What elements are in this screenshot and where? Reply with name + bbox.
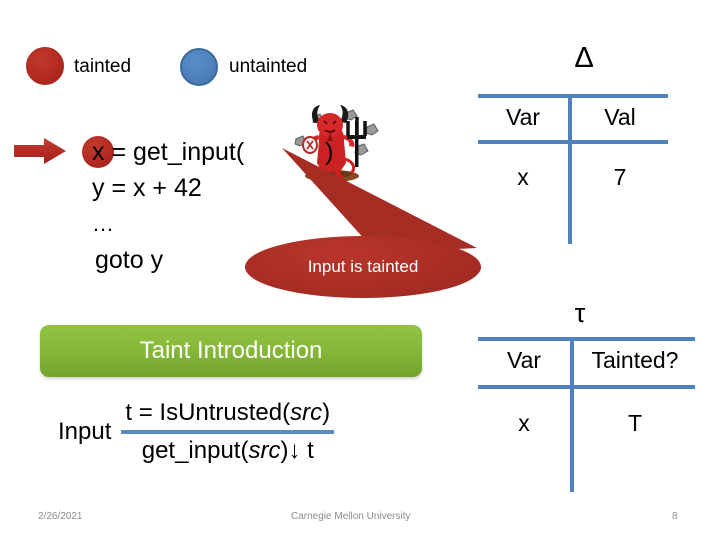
taint-introduction-label: Taint Introduction <box>139 337 323 364</box>
legend-untainted-label: untainted <box>229 56 308 77</box>
rule-premise-src: src <box>290 399 323 426</box>
code-paren-close: ) <box>325 138 334 166</box>
tau-header-var: Var <box>506 347 542 373</box>
rule-conclusion-text: get_input( <box>141 437 249 464</box>
rule-fraction: t = IsUntrusted(src) get_input(src)↓ t <box>121 398 335 466</box>
tau-table-top-rule <box>478 337 695 341</box>
delta-cell-var: x <box>517 164 529 190</box>
legend-tainted-circle-icon <box>26 47 64 85</box>
footer-page-number: 8 <box>672 511 678 522</box>
legend-untainted-circle-icon <box>180 48 218 86</box>
rule-name-label: Input <box>58 418 112 445</box>
tau-cell-var: x <box>518 410 530 436</box>
code-var-x: x <box>92 138 105 166</box>
red-arrow-icon <box>14 138 66 164</box>
rule-premise-text: t = IsUntrusted( <box>125 399 291 426</box>
rule-premise-close: ) <box>322 399 331 426</box>
tau-table-header-rule <box>478 385 695 389</box>
callout-bubble: Input is tainted <box>245 236 481 298</box>
tau-table-title: τ <box>574 298 586 328</box>
delta-header-var: Var <box>505 104 541 130</box>
delta-table-title: Δ <box>574 42 594 74</box>
delta-header-val: Val <box>604 104 636 130</box>
callout-text: Input is tainted <box>307 257 419 276</box>
rule-premise: t = IsUntrusted(src) <box>121 398 334 428</box>
rule-divider-bar <box>121 430 335 434</box>
taint-introduction-box[interactable]: Taint Introduction <box>40 325 422 377</box>
rule-conclusion: get_input(src)↓ t <box>138 436 318 466</box>
inference-rule: Input t = IsUntrusted(src) get_input(src… <box>58 398 335 466</box>
legend-tainted-label: tainted <box>74 56 132 77</box>
delta-table-top-rule <box>478 94 668 98</box>
taint-environment-table: τ Var Tainted? x T <box>470 300 698 492</box>
delta-table-header-rule <box>478 140 668 144</box>
footer-date: 2/26/2021 <box>38 511 83 522</box>
tau-cell-tainted: T <box>627 410 643 436</box>
tau-header-tainted: Tainted? <box>591 347 679 373</box>
rule-conclusion-close: )↓ t <box>280 437 314 464</box>
value-environment-table: Δ Var Val x 7 <box>470 44 678 244</box>
code-get-input-call: = get_input( <box>111 138 245 166</box>
rule-conclusion-src: src <box>248 437 281 464</box>
footer-organization: Carnegie Mellon University <box>291 511 411 522</box>
delta-cell-val: 7 <box>613 164 627 190</box>
